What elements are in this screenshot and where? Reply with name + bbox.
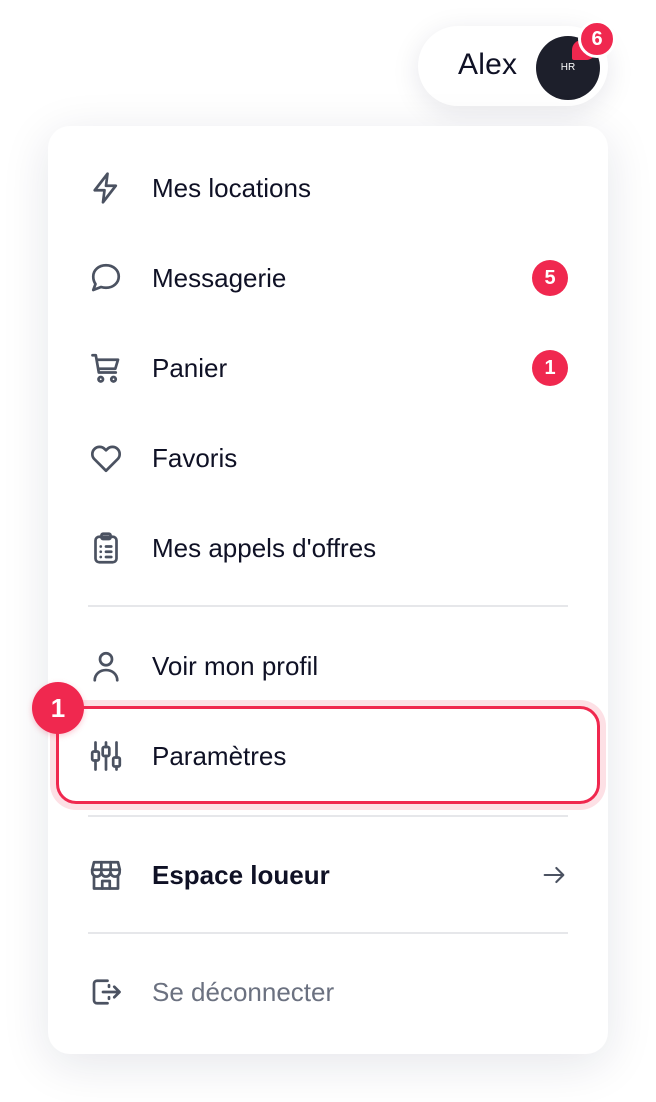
menu-divider	[88, 815, 568, 817]
menu-item-se-deconnecter[interactable]: Se déconnecter	[88, 957, 568, 1027]
menu-item-label: Panier	[152, 352, 228, 383]
unread-messages-badge: 5	[532, 260, 568, 296]
menu-item-messagerie[interactable]: Messagerie 5	[88, 243, 568, 313]
logout-icon	[88, 974, 124, 1010]
step-badge: 1	[32, 682, 84, 734]
menu-item-voir-profil[interactable]: Voir mon profil	[88, 631, 568, 701]
menu-item-espace-loueur[interactable]: Espace loueur	[88, 840, 568, 910]
menu-item-label: Se déconnecter	[152, 976, 335, 1007]
parametres-highlight	[56, 706, 600, 804]
cart-icon	[88, 350, 124, 386]
heart-icon	[88, 440, 124, 476]
menu-item-label: Espace loueur	[152, 859, 330, 890]
arrow-right-icon	[540, 861, 568, 889]
menu-item-label: Voir mon profil	[152, 650, 319, 681]
menu-item-label: Mes appels d'offres	[152, 532, 377, 563]
lightning-icon	[88, 170, 124, 206]
menu-item-mes-locations[interactable]: Mes locations	[88, 153, 568, 223]
user-dropdown-menu: Mes locations Messagerie 5 Panier 1 Favo…	[32, 126, 608, 1054]
menu-item-appels-offres[interactable]: Mes appels d'offres	[88, 513, 568, 583]
user-icon	[88, 648, 124, 684]
menu-divider	[88, 605, 568, 607]
clipboard-icon	[88, 530, 124, 566]
menu-item-panier[interactable]: Panier 1	[88, 333, 568, 403]
cart-count-badge: 1	[532, 350, 568, 386]
chat-bubble-icon	[88, 260, 124, 296]
user-menu-trigger[interactable]: Alex HR 6	[418, 20, 616, 106]
menu-item-favoris[interactable]: Favoris	[88, 423, 568, 493]
storefront-icon	[88, 857, 124, 893]
menu-item-label: Favoris	[152, 442, 238, 473]
menu-item-label: Messagerie	[152, 262, 287, 293]
menu-item-label: Mes locations	[152, 172, 311, 203]
menu-divider	[88, 932, 568, 934]
notification-badge: 6	[578, 20, 616, 58]
user-name: Alex	[458, 48, 518, 81]
